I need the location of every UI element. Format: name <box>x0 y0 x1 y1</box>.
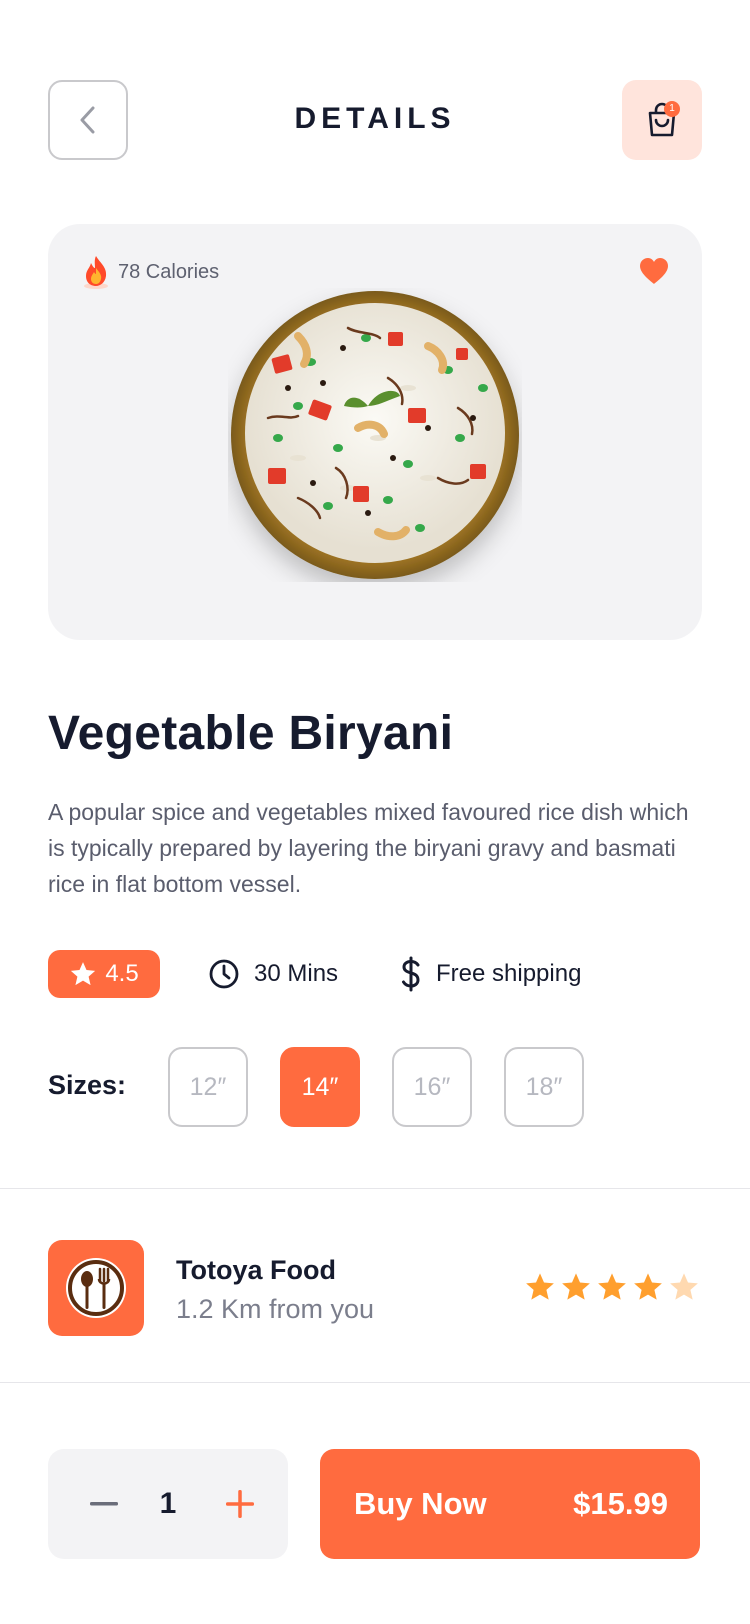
calories-text: 78 Calories <box>118 260 220 283</box>
restaurant-logo[interactable] <box>48 1240 144 1336</box>
calories-info: 78 Calories <box>82 254 219 290</box>
restaurant-rating <box>524 1271 704 1303</box>
size-option-14[interactable]: 14″ <box>280 1047 360 1127</box>
spoon-fork-icon <box>66 1258 126 1318</box>
buy-now-label: Buy Now <box>354 1486 487 1521</box>
quantity-stepper: 1 <box>48 1449 288 1559</box>
divider <box>0 1188 750 1189</box>
star-half-icon <box>670 1273 698 1300</box>
dollar-icon <box>402 956 420 992</box>
dish-name: Vegetable Biryani <box>48 707 454 760</box>
price: $15.99 <box>573 1486 668 1521</box>
sizes-label: Sizes: <box>48 1070 127 1100</box>
size-option-18[interactable]: 18″ <box>504 1047 584 1127</box>
dish-meta: 4.5 30 Mins Free shipping <box>48 950 708 998</box>
buy-now-button[interactable]: Buy Now $15.99 <box>320 1449 700 1559</box>
cart-button[interactable]: 1 <box>622 80 702 160</box>
plus-icon <box>226 1490 254 1518</box>
dish-description: A popular spice and vegetables mixed fav… <box>48 799 689 897</box>
size-option-16[interactable]: 16″ <box>392 1047 472 1127</box>
star-icon <box>598 1273 626 1300</box>
food-hero-card: 78 Calories <box>48 224 702 640</box>
shipping-info: Free shipping <box>400 950 581 998</box>
divider <box>0 1382 750 1383</box>
heart-icon[interactable] <box>638 256 670 286</box>
prep-time: 30 Mins <box>208 950 338 998</box>
header: DETAILS 1 <box>0 0 750 200</box>
size-option-12[interactable]: 12″ <box>168 1047 248 1127</box>
star-icon <box>526 1273 554 1300</box>
shipping-text: Free shipping <box>436 960 582 987</box>
cart-badge: 1 <box>664 101 680 117</box>
fire-icon <box>84 256 108 289</box>
star-icon <box>634 1273 662 1300</box>
prep-time-text: 30 Mins <box>254 960 339 987</box>
rating-badge: 4.5 <box>48 950 160 998</box>
star-icon <box>562 1273 590 1300</box>
restaurant-distance: 1.2 Km from you <box>176 1294 375 1324</box>
increase-quantity-button[interactable] <box>226 1449 254 1559</box>
restaurant-name[interactable]: Totoya Food <box>176 1255 336 1286</box>
clock-icon <box>209 959 239 989</box>
rating-value: 4.5 <box>105 960 139 987</box>
dish-image <box>231 291 519 579</box>
star-icon <box>71 962 96 986</box>
